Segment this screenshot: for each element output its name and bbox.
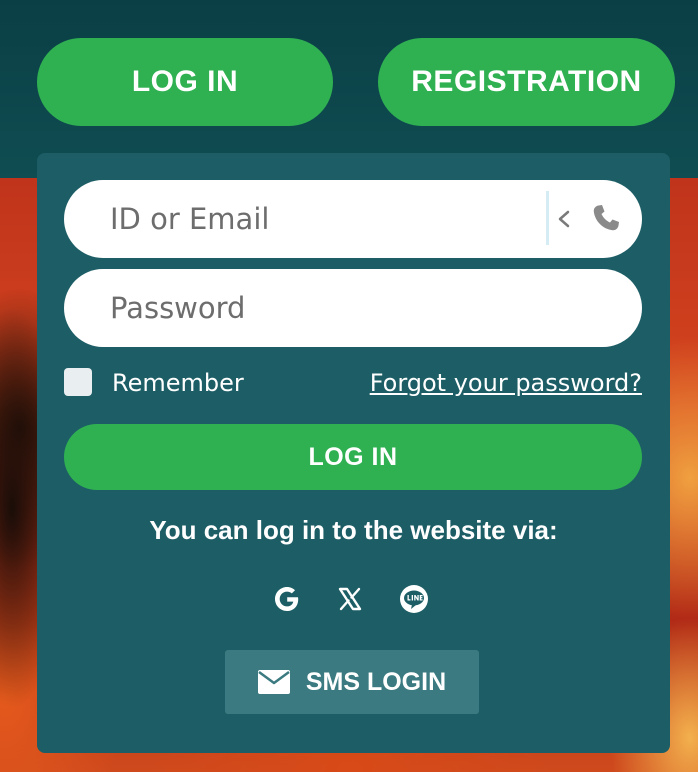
login-submit-button[interactable]: LOG IN xyxy=(64,424,642,490)
id-email-placeholder: ID or Email xyxy=(110,202,270,236)
remember-checkbox[interactable] xyxy=(64,368,92,396)
social-login-heading: You can log in to the website via: xyxy=(149,514,558,545)
id-email-field[interactable]: ID or Email xyxy=(64,180,642,258)
password-placeholder: Password xyxy=(110,291,246,325)
phone-icon[interactable] xyxy=(590,202,622,234)
input-divider xyxy=(546,191,549,245)
login-panel: ID or Email Password Remember Forgot you… xyxy=(37,153,670,753)
password-field[interactable]: Password xyxy=(64,269,642,347)
sms-login-button[interactable]: SMS LOGIN xyxy=(225,650,479,714)
line-icon[interactable] xyxy=(398,583,430,615)
forgot-password-link[interactable]: Forgot your password? xyxy=(370,363,642,403)
google-icon[interactable] xyxy=(271,583,303,615)
tab-registration-button[interactable]: REGISTRATION xyxy=(378,38,675,126)
sms-login-label: SMS LOGIN xyxy=(305,667,447,696)
envelope-icon xyxy=(257,670,290,694)
x-icon[interactable] xyxy=(334,583,366,615)
remember-label: Remember xyxy=(112,369,244,397)
tab-login-button[interactable]: LOG IN xyxy=(37,38,333,126)
chevron-left-icon[interactable] xyxy=(553,205,575,233)
